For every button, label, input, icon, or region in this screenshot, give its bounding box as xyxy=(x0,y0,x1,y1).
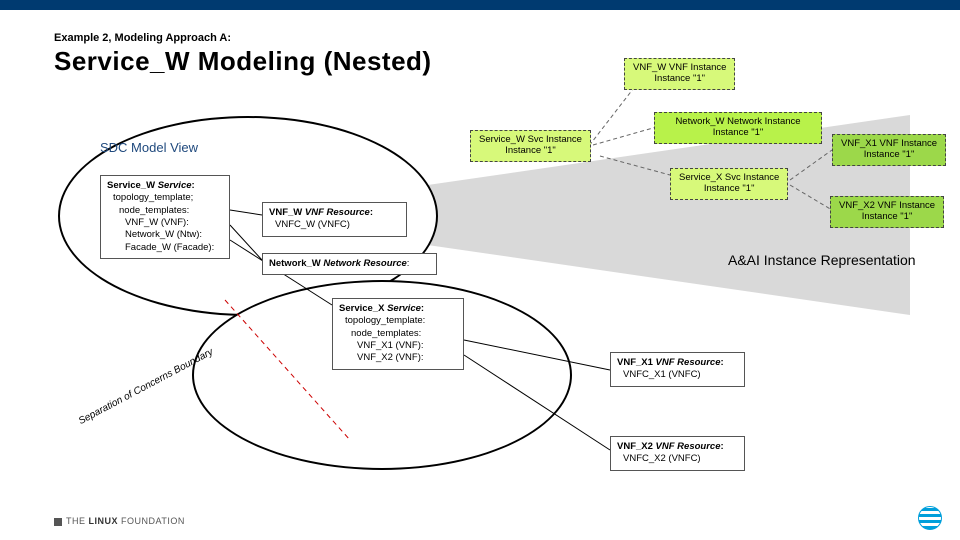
inst-x1-l2: Instance "1" xyxy=(841,149,937,160)
svc-w-l3: VNF_W (VNF): xyxy=(125,217,223,229)
x1-res-ital: VNF Resource xyxy=(656,357,721,368)
instance-service-x: Service_X Svc Instance Instance "1" xyxy=(670,168,788,200)
inst-x1-l1: VNF_X1 VNF Instance xyxy=(841,138,937,149)
inst-vnfw-l2: Instance "1" xyxy=(633,73,726,84)
svc-w-l2: node_templates: xyxy=(119,205,223,217)
svc-w-l4: Network_W (Ntw): xyxy=(125,229,223,241)
box-network-w-resource: Network_W Network Resource: xyxy=(262,253,437,275)
linux-foundation-logo: THE LINUX FOUNDATION xyxy=(54,516,185,526)
box-vnf-x2-resource: VNF_X2 VNF Resource: VNFC_X2 (VNFC) xyxy=(610,436,745,471)
svc-x-hdr-ital: Service xyxy=(387,303,421,314)
box-service-x: Service_X Service: topology_template: no… xyxy=(332,298,464,370)
x2-res-l1: VNFC_X2 (VNFC) xyxy=(623,453,738,465)
inst-netw-l1: Network_W Network Instance xyxy=(663,116,813,127)
instance-vnf-x2: VNF_X2 VNF Instance Instance "1" xyxy=(830,196,944,228)
netw-res-suffix: : xyxy=(407,258,410,269)
svc-x-l2: node_templates: xyxy=(351,328,457,340)
box-service-w: Service_W Service: topology_template; no… xyxy=(100,175,230,259)
inst-netw-l2: Instance "1" xyxy=(663,127,813,138)
svc-x-l1: topology_template: xyxy=(345,315,457,327)
vnfw-res-pre: VNF_W xyxy=(269,207,305,218)
svc-x-l4: VNF_X2 (VNF): xyxy=(357,352,457,364)
slide-subtitle: Example 2, Modeling Approach A: xyxy=(54,32,231,44)
slide-title: Service_W Modeling (Nested) xyxy=(54,46,432,77)
x1-res-l1: VNFC_X1 (VNFC) xyxy=(623,369,738,381)
instance-service-w: Service_W Svc Instance Instance "1" xyxy=(470,130,591,162)
top-bar xyxy=(0,0,960,10)
x2-res-ital: VNF Resource xyxy=(656,441,721,452)
instance-vnf-x1: VNF_X1 VNF Instance Instance "1" xyxy=(832,134,946,166)
vnfw-res-ital: VNF Resource xyxy=(305,207,370,218)
inst-svcx-l2: Instance "1" xyxy=(679,183,779,194)
x1-res-pre: VNF_X1 xyxy=(617,357,656,368)
instance-network-w: Network_W Network Instance Instance "1" xyxy=(654,112,822,144)
svc-x-hdr-pre: Service_X xyxy=(339,303,387,314)
x2-res-pre: VNF_X2 xyxy=(617,441,656,452)
svc-x-l3: VNF_X1 (VNF): xyxy=(357,340,457,352)
logo-square-icon xyxy=(54,518,62,526)
netw-res-ital: Network Resource xyxy=(323,258,406,269)
inst-svcx-l1: Service_X Svc Instance xyxy=(679,172,779,183)
svc-w-hdr-ital: Service xyxy=(158,180,192,191)
att-logo-icon xyxy=(918,506,942,530)
svc-w-l1: topology_template; xyxy=(113,192,223,204)
inst-x2-l2: Instance "1" xyxy=(839,211,935,222)
footer-t1: THE xyxy=(66,516,86,526)
inst-svcw-l1: Service_W Svc Instance xyxy=(479,134,582,145)
sdc-model-view-label: SDC Model View xyxy=(100,140,198,155)
instance-vnf-w: VNF_W VNF Instance Instance "1" xyxy=(624,58,735,90)
footer-t3: FOUNDATION xyxy=(121,516,185,526)
inst-vnfw-l1: VNF_W VNF Instance xyxy=(633,62,726,73)
inst-x2-l1: VNF_X2 VNF Instance xyxy=(839,200,935,211)
vnfw-res-l1: VNFC_W (VNFC) xyxy=(275,219,400,231)
box-vnfw-resource: VNF_W VNF Resource: VNFC_W (VNFC) xyxy=(262,202,407,237)
footer-t2: LINUX xyxy=(89,516,119,526)
netw-res-pre: Network_W xyxy=(269,258,323,269)
aai-representation-label: A&AI Instance Representation xyxy=(728,252,916,268)
box-vnf-x1-resource: VNF_X1 VNF Resource: VNFC_X1 (VNFC) xyxy=(610,352,745,387)
inst-svcw-l2: Instance "1" xyxy=(479,145,582,156)
svc-w-l5: Facade_W (Facade): xyxy=(125,242,223,254)
svc-w-hdr-pre: Service_W xyxy=(107,180,158,191)
